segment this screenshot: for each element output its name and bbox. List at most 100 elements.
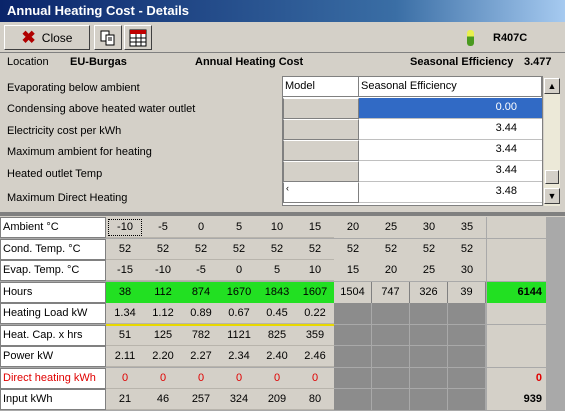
grid-cell[interactable]: 2.40 [258,346,296,367]
param-label: Evaporating below ambient [7,82,140,94]
model-cell[interactable] [283,161,359,182]
grid-cell[interactable]: 0.67 [220,303,258,324]
table-row[interactable]: 3.44 [283,119,542,140]
grid-cell[interactable]: 25 [372,217,410,238]
table-row[interactable]: ‹ 3.48 [283,182,542,203]
grid-cell[interactable]: 0 [220,260,258,281]
model-cell[interactable]: ‹ [283,182,359,203]
grid-cell[interactable]: 20 [372,260,410,281]
close-button[interactable]: ✖ Close [4,25,90,50]
scroll-down-icon[interactable]: ▼ [544,188,560,204]
grid-cell[interactable]: 0 [182,217,220,238]
grid-cell[interactable]: 2.46 [296,346,334,367]
grid-cell[interactable]: 257 [182,389,220,410]
scroll-thumb[interactable] [545,170,559,184]
grid-cell[interactable]: 782 [182,325,220,346]
grid-cell[interactable]: 39 [448,281,486,303]
grid-cell[interactable]: 10 [296,260,334,281]
grid-cell[interactable]: 35 [448,217,486,238]
grid-cell[interactable]: 52 [144,239,182,260]
grid-cell[interactable]: 20 [334,217,372,238]
grid-cell[interactable]: 15 [296,217,334,238]
grid-cell[interactable]: 52 [258,239,296,260]
grid-cell[interactable]: 0 [106,368,144,389]
grid-cell[interactable]: 125 [144,325,182,346]
grid-cell[interactable]: 52 [296,239,334,260]
grid-cell[interactable]: 52 [410,238,448,260]
grid-cell[interactable]: 326 [410,281,448,303]
model-cell[interactable] [283,119,359,140]
grid-cell[interactable]: 0 [144,368,182,389]
grid-cell[interactable]: 2.34 [220,346,258,367]
efficiency-cell[interactable]: 3.44 [359,140,542,161]
grid-cell[interactable]: 112 [144,281,182,303]
grid-cell[interactable]: 324 [220,389,258,410]
grid-cell[interactable]: 209 [258,389,296,410]
empty-cell [372,346,410,368]
grid-cell[interactable]: 52 [372,238,410,260]
scroll-up-icon[interactable]: ▲ [544,78,560,94]
grid-cell[interactable]: -10 [106,217,144,238]
grid-cell[interactable]: -5 [144,217,182,238]
grid-edge [546,260,565,282]
grid-cell[interactable]: 1504 [334,281,372,303]
grid-cell[interactable]: 747 [372,281,410,303]
grid-cell[interactable]: 1.12 [144,303,182,324]
grid-cell[interactable]: 30 [448,260,486,281]
model-cell[interactable] [283,140,359,161]
grid-cell[interactable]: 2.20 [144,346,182,367]
grid-cell[interactable]: 52 [182,239,220,260]
grid-cell[interactable]: 1121 [220,325,258,346]
grid-cell[interactable]: 0 [182,368,220,389]
grid-cell[interactable]: 2.27 [182,346,220,367]
grid-cell[interactable]: 51 [106,325,144,346]
grid-cell[interactable]: 1843 [258,281,296,303]
grid-cell[interactable]: 52 [448,238,486,260]
grid-cell[interactable]: 0.22 [296,303,334,324]
grid-cell[interactable]: 30 [410,217,448,238]
efficiency-cell[interactable]: 3.44 [359,161,542,182]
grid-cell[interactable]: 874 [182,281,220,303]
model-cell[interactable] [283,98,359,119]
grid-cell[interactable]: 0 [220,368,258,389]
table-row[interactable]: 3.44 [283,140,542,161]
grid-cell[interactable]: 21 [106,389,144,410]
grid-cell[interactable]: 46 [144,389,182,410]
grid-cell[interactable]: 0 [296,368,334,389]
grid-cell[interactable]: 1607 [296,281,334,303]
grid-cell[interactable]: 1.34 [106,303,144,324]
grid-cell[interactable]: 15 [334,260,372,281]
table-row[interactable]: 3.44 [283,161,542,182]
grid-cell[interactable]: 0.89 [182,303,220,324]
efficiency-cell[interactable]: 0.00 [359,98,542,119]
row-total [487,303,546,324]
grid-cell[interactable]: 38 [106,281,144,303]
efficiency-cell[interactable]: 3.48 [359,182,542,203]
grid-cell[interactable]: 52 [334,238,372,260]
grid-edge [546,281,565,303]
grid-cell[interactable]: 10 [258,217,296,238]
grid-cell[interactable]: 0 [258,368,296,389]
grid-edge [546,217,565,239]
grid-cell[interactable]: 825 [258,325,296,346]
grid-cell[interactable]: -10 [144,260,182,281]
grid-cell[interactable]: 1670 [220,281,258,303]
copy-button[interactable] [94,25,122,50]
grid-cell[interactable]: 2.11 [106,346,144,367]
grid-cell[interactable]: 52 [220,239,258,260]
grid-cell[interactable]: 25 [410,260,448,281]
grid-cell[interactable]: 5 [258,260,296,281]
grid-cell[interactable]: -5 [182,260,220,281]
grid-cell[interactable]: 80 [296,389,334,410]
grid-cell[interactable]: 5 [220,217,258,238]
empty-cell [334,303,372,325]
empty-cell [372,324,410,346]
grid-cell[interactable]: 0.45 [258,303,296,324]
table-view-button[interactable] [124,25,152,50]
vertical-scrollbar[interactable]: ▲ ▼ [544,78,560,206]
grid-cell[interactable]: -15 [106,260,144,281]
efficiency-cell[interactable]: 3.44 [359,119,542,140]
table-row[interactable]: 0.00 [283,98,542,119]
grid-cell[interactable]: 52 [106,239,144,260]
grid-cell[interactable]: 359 [296,325,334,346]
